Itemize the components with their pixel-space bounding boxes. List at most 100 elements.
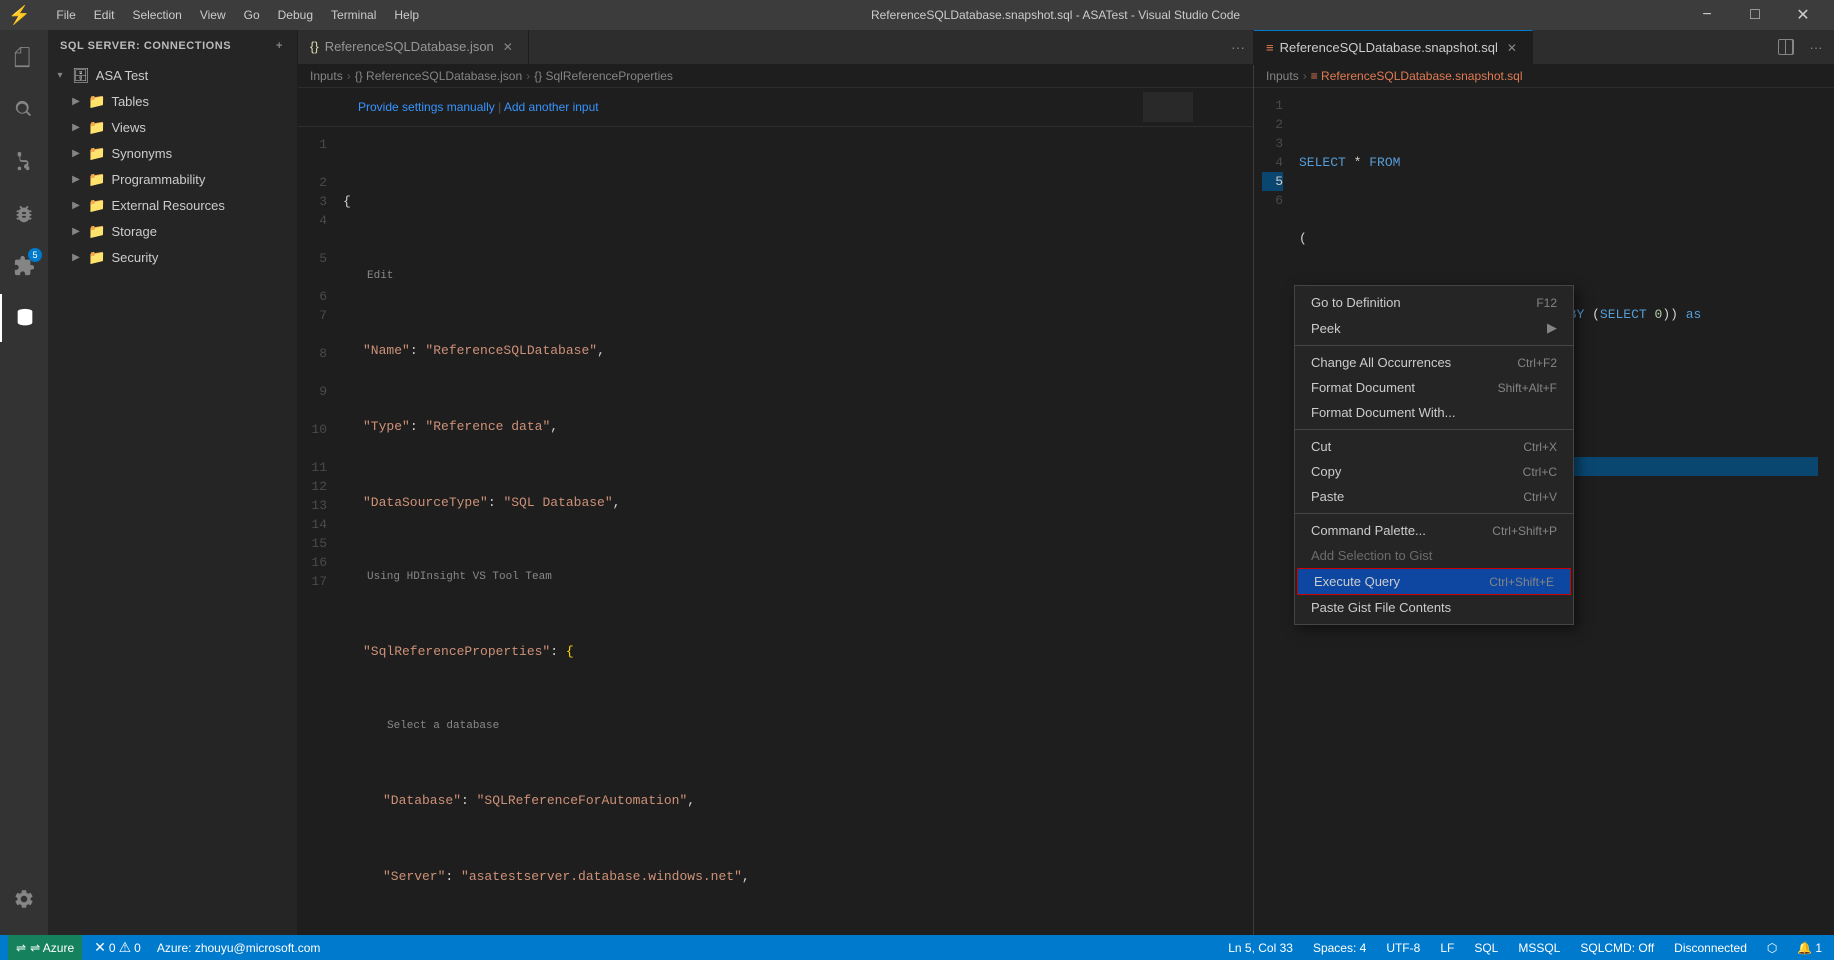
- cursor-position[interactable]: Ln 5, Col 33: [1224, 941, 1297, 955]
- ctx-change-all-occurrences-shortcut: Ctrl+F2: [1517, 356, 1557, 370]
- chevron-right-icon: ▶: [68, 171, 84, 187]
- sql-line-numbers: 1 2 3 4 5 6: [1254, 96, 1299, 927]
- provide-settings-link[interactable]: Provide settings manually: [358, 100, 495, 114]
- menu-terminal[interactable]: Terminal: [323, 4, 384, 26]
- activity-database[interactable]: [0, 294, 48, 342]
- sqlcmd-mode[interactable]: SQLCMD: Off: [1576, 941, 1658, 955]
- activity-explorer[interactable]: [0, 34, 48, 82]
- more-actions-icon[interactable]: ···: [1802, 33, 1830, 61]
- activity-extensions[interactable]: 5: [0, 242, 48, 290]
- folder-icon: 📁: [88, 145, 105, 162]
- file-encoding[interactable]: UTF-8: [1382, 941, 1424, 955]
- menu-edit[interactable]: Edit: [86, 4, 123, 26]
- edit-label[interactable]: Edit: [347, 267, 393, 286]
- window-controls: − □ ✕: [1684, 0, 1826, 30]
- breadcrumb-sql-props[interactable]: {} SqlReferenceProperties: [534, 69, 673, 83]
- json-breadcrumb: Inputs › {} ReferenceSQLDatabase.json › …: [298, 65, 1253, 88]
- error-count[interactable]: ✕ 0 ⚠ 0: [90, 939, 145, 956]
- server-icon: 🗄: [72, 67, 90, 84]
- hdi-label[interactable]: Using HDInsight VS Tool Team: [347, 568, 552, 587]
- sidebar-item-programmability[interactable]: ▶ 📁 Programmability: [48, 166, 297, 192]
- vscode-logo-icon: ⚡: [8, 5, 30, 26]
- breadcrumb-sep-2: ›: [526, 69, 530, 83]
- activity-settings[interactable]: [0, 879, 48, 927]
- tab-json[interactable]: {} ReferenceSQLDatabase.json ✕: [298, 30, 529, 64]
- ctx-format-document[interactable]: Format Document Shift+Alt+F: [1295, 375, 1573, 400]
- menu-debug[interactable]: Debug: [270, 4, 321, 26]
- sidebar-item-storage[interactable]: ▶ 📁 Storage: [48, 218, 297, 244]
- ctx-paste[interactable]: Paste Ctrl+V: [1295, 484, 1573, 509]
- tab-json-close[interactable]: ✕: [500, 39, 516, 55]
- code-line-4: "DataSourceType": "SQL Database",: [343, 493, 1237, 512]
- sql-dialect[interactable]: MSSQL: [1514, 941, 1564, 955]
- error-count-label: 0: [109, 941, 116, 955]
- ctx-add-selection-to-gist-label: Add Selection to Gist: [1311, 548, 1432, 563]
- sql-breadcrumb-file[interactable]: ≡ ReferenceSQLDatabase.snapshot.sql: [1311, 69, 1523, 83]
- chevron-right-icon: ▶: [68, 197, 84, 213]
- ctx-peek-label: Peek: [1311, 321, 1341, 336]
- menu-selection[interactable]: Selection: [124, 4, 189, 26]
- add-connection-icon[interactable]: +: [274, 38, 285, 54]
- tab-sql-close[interactable]: ✕: [1504, 40, 1520, 56]
- title-bar-left: ⚡ File Edit Selection View Go Debug Term…: [8, 4, 427, 26]
- ctx-format-document-label: Format Document: [1311, 380, 1415, 395]
- sql-line-2: (: [1299, 229, 1818, 248]
- select-database-label[interactable]: Select a database: [347, 717, 499, 736]
- json-editor-pane: Inputs › {} ReferenceSQLDatabase.json › …: [298, 65, 1254, 935]
- sql-breadcrumb-inputs[interactable]: Inputs: [1266, 69, 1299, 83]
- remote-connection-button[interactable]: ⇌ ⇌ Azure: [8, 935, 82, 960]
- sidebar-item-views[interactable]: ▶ 📁 Views: [48, 114, 297, 140]
- status-bar-left: ⇌ ⇌ Azure ✕ 0 ⚠ 0 Azure: zhouyu@microsof…: [8, 935, 324, 960]
- folder-icon: 📁: [88, 119, 105, 136]
- remote-explorer-icon[interactable]: ⬡: [1763, 941, 1781, 955]
- activity-search[interactable]: [0, 86, 48, 134]
- minimize-button[interactable]: −: [1684, 0, 1730, 30]
- sidebar-item-synonyms[interactable]: ▶ 📁 Synonyms: [48, 140, 297, 166]
- activity-source-control[interactable]: [0, 138, 48, 186]
- language-mode[interactable]: SQL: [1470, 941, 1502, 955]
- sidebar-item-external-resources[interactable]: ▶ 📁 External Resources: [48, 192, 297, 218]
- breadcrumb-sep-1: ›: [347, 69, 351, 83]
- ctx-go-to-definition[interactable]: Go to Definition F12: [1295, 290, 1573, 315]
- inline-label-edit: Edit: [343, 268, 1237, 284]
- ctx-peek[interactable]: Peek ▶: [1295, 315, 1573, 341]
- ctx-paste-gist[interactable]: Paste Gist File Contents: [1295, 595, 1573, 620]
- ctx-execute-query[interactable]: Execute Query Ctrl+Shift+E: [1297, 568, 1571, 595]
- json-code-editor[interactable]: 1 - 2 3 4 - 5 - 6 7 -: [298, 127, 1253, 935]
- breadcrumb-inputs[interactable]: Inputs: [310, 69, 343, 83]
- maximize-button[interactable]: □: [1732, 0, 1778, 30]
- line-ending-label: LF: [1440, 941, 1454, 955]
- ctx-copy[interactable]: Copy Ctrl+C: [1295, 459, 1573, 484]
- split-editor-icon[interactable]: [1772, 33, 1800, 61]
- sidebar-header-icons: +: [274, 38, 285, 54]
- menu-view[interactable]: View: [192, 4, 234, 26]
- ctx-copy-label: Copy: [1311, 464, 1341, 479]
- notifications-button[interactable]: 🔔 1: [1793, 941, 1826, 955]
- line-ending[interactable]: LF: [1436, 941, 1458, 955]
- indentation[interactable]: Spaces: 4: [1309, 941, 1370, 955]
- status-bar: ⇌ ⇌ Azure ✕ 0 ⚠ 0 Azure: zhouyu@microsof…: [0, 935, 1834, 960]
- close-button[interactable]: ✕: [1780, 0, 1826, 30]
- ctx-paste-gist-label: Paste Gist File Contents: [1311, 600, 1451, 615]
- menu-go[interactable]: Go: [236, 4, 268, 26]
- sidebar-header: SQL SERVER: CONNECTIONS +: [48, 30, 297, 62]
- sidebar-item-tables[interactable]: ▶ 📁 Tables: [48, 88, 297, 114]
- tab-more-button[interactable]: ···: [1223, 30, 1253, 64]
- tab-sql[interactable]: ≡ ReferenceSQLDatabase.snapshot.sql ✕: [1254, 30, 1533, 65]
- breadcrumb-json-file[interactable]: {} ReferenceSQLDatabase.json: [355, 69, 522, 83]
- activity-debug[interactable]: [0, 190, 48, 238]
- ctx-change-all-occurrences[interactable]: Change All Occurrences Ctrl+F2: [1295, 350, 1573, 375]
- indentation-label: Spaces: 4: [1313, 941, 1366, 955]
- connection-status[interactable]: Disconnected: [1670, 941, 1751, 955]
- cursor-position-label: Ln 5, Col 33: [1228, 941, 1293, 955]
- json-code-lines: { Edit "Name": "ReferenceSQLDatabase", "…: [343, 135, 1253, 927]
- add-another-input-link[interactable]: Add another input: [504, 100, 599, 114]
- tree-root-asa[interactable]: ▾ 🗄 ASA Test: [48, 62, 297, 88]
- menu-help[interactable]: Help: [386, 4, 427, 26]
- sidebar-item-security[interactable]: ▶ 📁 Security: [48, 244, 297, 270]
- menu-file[interactable]: File: [48, 4, 83, 26]
- azure-user[interactable]: Azure: zhouyu@microsoft.com: [153, 941, 325, 955]
- ctx-command-palette[interactable]: Command Palette... Ctrl+Shift+P: [1295, 518, 1573, 543]
- ctx-cut[interactable]: Cut Ctrl+X: [1295, 434, 1573, 459]
- ctx-format-document-with[interactable]: Format Document With...: [1295, 400, 1573, 425]
